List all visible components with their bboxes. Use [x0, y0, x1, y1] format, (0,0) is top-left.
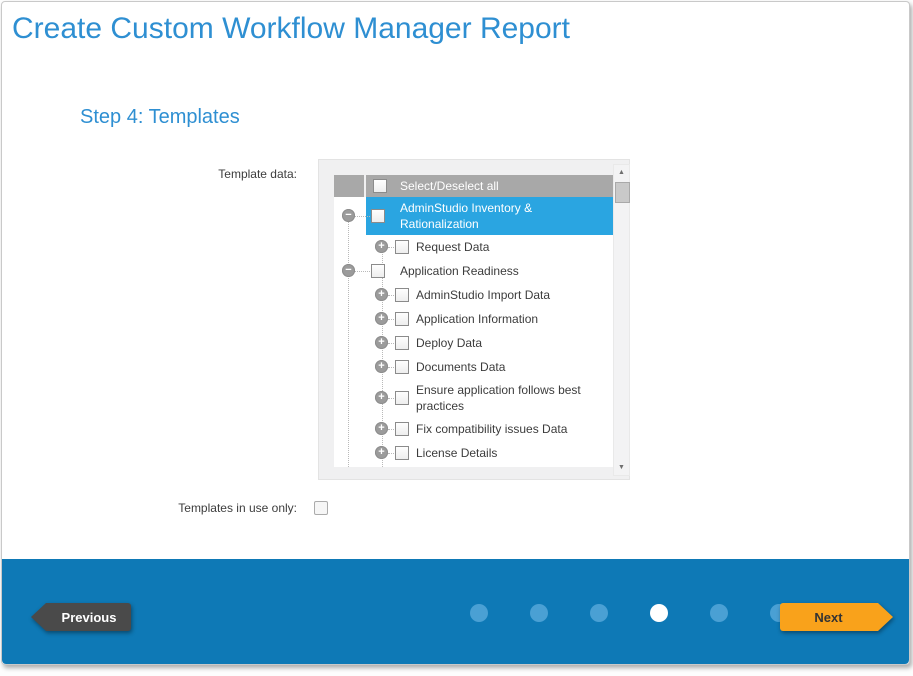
tree-item[interactable]: + Application Information — [334, 307, 615, 331]
expand-icon[interactable]: + — [375, 288, 388, 301]
tree-item-label: Application Information — [416, 311, 538, 327]
tree-item[interactable]: + Request Data — [334, 235, 615, 259]
tree-item-label: Application Readiness — [400, 263, 519, 279]
expand-icon[interactable]: + — [375, 391, 388, 404]
tree-item[interactable]: + Ensure application follows best practic… — [334, 379, 615, 417]
templates-in-use-label: Templates in use only: — [82, 501, 297, 515]
tree-item-label: Request Data — [416, 239, 489, 255]
tree-item[interactable]: + Deploy Data — [334, 331, 615, 355]
tree-connector-dash — [354, 271, 372, 272]
tree-item-checkbox[interactable] — [395, 391, 409, 405]
tree-item-checkbox[interactable] — [395, 288, 409, 302]
tree-item-checkbox[interactable] — [395, 446, 409, 460]
tree-item-label: Ensure application follows best practice… — [416, 382, 605, 414]
header-main-cell: Select/Deselect all — [366, 175, 615, 197]
template-data-label: Template data: — [152, 167, 297, 181]
wizard-window: Create Custom Workflow Manager Report St… — [1, 1, 910, 665]
scroll-up-icon[interactable]: ▲ — [614, 169, 629, 176]
previous-label: Previous — [62, 610, 117, 625]
next-label: Next — [814, 610, 842, 625]
collapse-icon[interactable]: − — [342, 264, 355, 277]
header-corner-cell — [334, 175, 364, 197]
expand-icon[interactable]: + — [375, 240, 388, 253]
tree-scrollbar[interactable]: ▲ ▼ — [613, 164, 630, 476]
tree-item-label: License Details — [416, 445, 497, 461]
select-all-checkbox[interactable] — [373, 179, 387, 193]
tree-header-row: Select/Deselect all — [334, 175, 615, 197]
step-dot — [710, 604, 728, 622]
template-tree-panel: Select/Deselect all − AdminStudio Invento… — [318, 159, 630, 480]
tree-item[interactable]: + License Details — [334, 441, 615, 465]
template-tree-grid: Select/Deselect all − AdminStudio Invento… — [334, 175, 615, 467]
tree-item-checkbox[interactable] — [395, 312, 409, 326]
expand-icon[interactable]: + — [375, 422, 388, 435]
tree-item-label: AdminStudio Import Data — [416, 287, 550, 303]
select-all-label: Select/Deselect all — [400, 179, 499, 193]
tree-item-label: Fix compatibility issues Data — [416, 421, 567, 437]
page-title: Create Custom Workflow Manager Report — [12, 12, 570, 46]
tree-item[interactable]: + Documents Data — [334, 355, 615, 379]
wizard-footer: Previous Next — [2, 559, 909, 664]
scrollbar-thumb[interactable] — [615, 182, 630, 203]
tree-item-checkbox[interactable] — [395, 240, 409, 254]
expand-icon[interactable]: + — [375, 312, 388, 325]
tree-item-checkbox[interactable] — [371, 209, 385, 223]
step-dot-active — [650, 604, 668, 622]
expand-icon[interactable]: + — [375, 360, 388, 373]
step-dot — [470, 604, 488, 622]
tree-item-checkbox[interactable] — [395, 360, 409, 374]
expand-icon[interactable]: + — [375, 446, 388, 459]
tree-item[interactable]: − AdminStudio Inventory & Rationalization — [334, 197, 615, 235]
step-dot — [530, 604, 548, 622]
tree-item[interactable]: + Fix compatibility issues Data — [334, 417, 615, 441]
tree-item[interactable]: − Application Readiness — [334, 259, 615, 283]
tree-item[interactable]: + AdminStudio Import Data — [334, 283, 615, 307]
tree-item-checkbox[interactable] — [395, 422, 409, 436]
tree-item-checkbox[interactable] — [371, 264, 385, 278]
tree-item-label: Documents Data — [416, 359, 505, 375]
step-dot — [590, 604, 608, 622]
tree-rows: − AdminStudio Inventory & Rationalization… — [334, 197, 615, 467]
next-button[interactable]: Next — [780, 603, 893, 631]
tree-connector-dash — [354, 216, 372, 217]
previous-button[interactable]: Previous — [31, 603, 131, 631]
tree-item-label: AdminStudio Inventory & Rationalization — [400, 200, 603, 232]
tree-item-checkbox[interactable] — [395, 336, 409, 350]
scroll-down-icon[interactable]: ▼ — [614, 464, 629, 471]
tree-item-label: Deploy Data — [416, 335, 482, 351]
expand-icon[interactable]: + — [375, 336, 388, 349]
templates-in-use-checkbox[interactable] — [314, 501, 328, 515]
step-heading: Step 4: Templates — [80, 106, 240, 129]
step-indicator-dots — [470, 604, 788, 622]
collapse-icon[interactable]: − — [342, 209, 355, 222]
